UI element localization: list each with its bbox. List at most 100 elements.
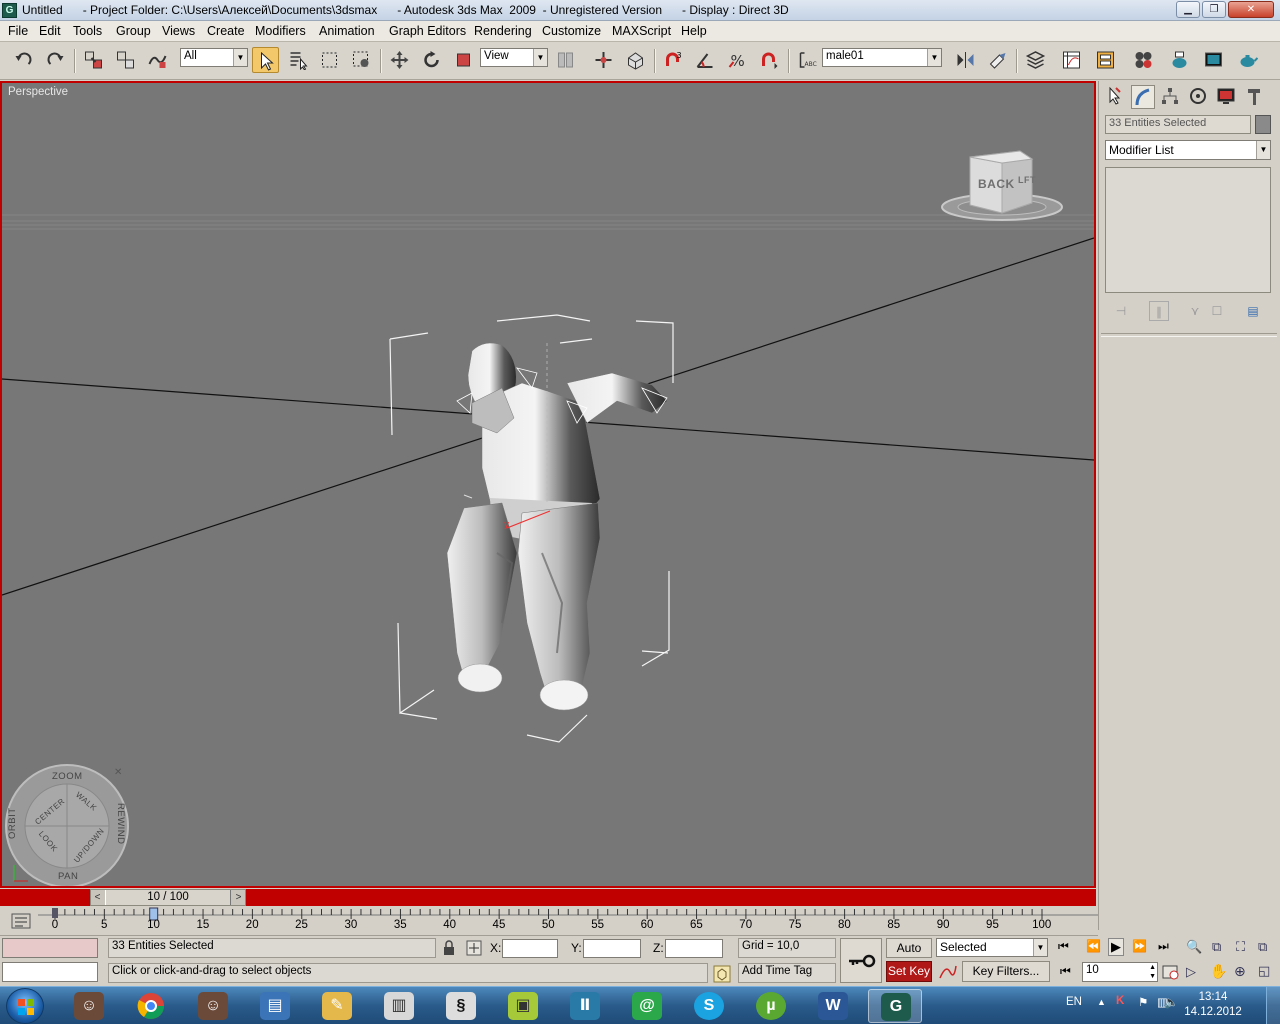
menu-maxscript[interactable]: MAXScript bbox=[612, 24, 671, 38]
set-keys-button[interactable] bbox=[840, 938, 882, 983]
mirror-button[interactable] bbox=[952, 47, 979, 73]
select-and-link-button[interactable] bbox=[80, 47, 107, 73]
taskbar-word[interactable]: W bbox=[806, 989, 860, 1023]
menu-tools[interactable]: Tools bbox=[73, 24, 102, 38]
taskbar-utorrent[interactable]: µ bbox=[744, 989, 798, 1023]
time-tag-icon[interactable] bbox=[712, 964, 732, 984]
menu-help[interactable]: Help bbox=[681, 24, 707, 38]
time-configuration-icon[interactable] bbox=[1162, 963, 1180, 981]
next-frame-icon[interactable]: ⏩ bbox=[1132, 939, 1147, 953]
zoom-all-icon[interactable]: ⧉ bbox=[1212, 939, 1221, 955]
remove-modifier-icon[interactable]: ☐ bbox=[1207, 301, 1227, 321]
edit-named-selection-sets-button[interactable]: ABC bbox=[794, 47, 821, 73]
modifier-list-dropdown[interactable]: Modifier List ▼ bbox=[1105, 140, 1271, 160]
zoom-icon[interactable]: 🔍 bbox=[1186, 939, 1202, 955]
maximize-button[interactable]: ❐ bbox=[1202, 1, 1226, 18]
tab-create[interactable] bbox=[1103, 85, 1127, 109]
start-button[interactable] bbox=[6, 988, 44, 1024]
redo-button[interactable] bbox=[42, 47, 69, 73]
antivirus-tray-icon[interactable]: K bbox=[1116, 995, 1124, 1007]
selection-lock-icon[interactable] bbox=[442, 940, 456, 956]
make-unique-icon[interactable]: ⋎ bbox=[1185, 301, 1205, 321]
material-editor-button[interactable] bbox=[1130, 47, 1157, 73]
taskbar-network-app[interactable]: ▤ bbox=[248, 989, 302, 1023]
volume-icon[interactable]: 🔈 bbox=[1164, 995, 1178, 1009]
spinner-snap-toggle-button[interactable] bbox=[756, 47, 783, 73]
taskbar-gta-app-1[interactable]: ☺ bbox=[62, 989, 116, 1023]
rendered-frame-window-button[interactable] bbox=[1200, 47, 1227, 73]
select-and-scale-button[interactable] bbox=[450, 47, 477, 73]
viewcube[interactable]: BACK LFT bbox=[940, 147, 1068, 227]
taskbar-paint-app[interactable]: ✎ bbox=[310, 989, 364, 1023]
minimize-button[interactable]: ▁ bbox=[1176, 1, 1200, 18]
tab-modify[interactable] bbox=[1131, 85, 1155, 109]
key-filters-button[interactable]: Key Filters... bbox=[962, 961, 1050, 982]
menu-modifiers[interactable]: Modifiers bbox=[255, 24, 306, 38]
select-and-move-button[interactable] bbox=[386, 47, 413, 73]
show-desktop-button[interactable] bbox=[1266, 987, 1280, 1024]
play-animation-icon[interactable]: ▶ bbox=[1108, 938, 1124, 956]
3dsmax-app-icon[interactable]: G bbox=[2, 3, 17, 18]
select-object-button[interactable] bbox=[252, 47, 279, 73]
default-tangent-icon[interactable] bbox=[938, 962, 958, 982]
object-name-field[interactable]: 33 Entities Selected bbox=[1105, 115, 1251, 134]
tab-utilities[interactable] bbox=[1243, 85, 1267, 109]
steering-wheel[interactable]: ZOOM ORBIT REWIND PAN CENTER WALK LOOK U… bbox=[4, 763, 130, 886]
pivot-center-button[interactable] bbox=[552, 47, 579, 73]
key-mode-dropdown[interactable]: Selected ▼ bbox=[936, 938, 1048, 957]
open-mini-curve-editor-icon[interactable] bbox=[10, 912, 34, 932]
undo-button[interactable] bbox=[10, 47, 37, 73]
time-slider[interactable]: < 10 / 100 > bbox=[90, 889, 246, 906]
pin-stack-icon[interactable]: ⊣ bbox=[1111, 301, 1131, 321]
taskbar-s-app[interactable]: § bbox=[434, 989, 488, 1023]
modifier-stack[interactable] bbox=[1105, 167, 1271, 293]
rectangular-selection-button[interactable] bbox=[316, 47, 343, 73]
time-slider-next-button[interactable]: > bbox=[232, 890, 245, 905]
set-key-button[interactable]: Set Key bbox=[886, 961, 932, 982]
auto-key-button[interactable]: Auto Key bbox=[886, 938, 932, 973]
render-production-button[interactable] bbox=[1234, 47, 1261, 73]
window-crossing-button[interactable] bbox=[348, 47, 375, 73]
go-to-end-icon[interactable]: ⏭ bbox=[1158, 939, 1169, 954]
wheel-rewind[interactable]: REWIND bbox=[115, 803, 126, 845]
y-coordinate-field[interactable] bbox=[583, 939, 641, 958]
show-hidden-icons-icon[interactable]: ▲ bbox=[1097, 997, 1106, 1007]
x-coordinate-field[interactable] bbox=[502, 939, 558, 958]
action-center-icon[interactable]: ⚑ bbox=[1138, 995, 1148, 1009]
add-time-tag[interactable]: Add Time Tag bbox=[738, 963, 836, 983]
select-by-name-button[interactable] bbox=[284, 47, 311, 73]
render-setup-button[interactable] bbox=[1166, 47, 1193, 73]
perspective-viewport[interactable]: Perspective y BACK LFT ZOOM ORBIT REWIND… bbox=[0, 81, 1096, 888]
pan-view-icon[interactable]: ✋ bbox=[1210, 963, 1227, 980]
snaps-toggle-button[interactable]: 3 bbox=[660, 47, 687, 73]
keyboard-shortcut-override-button[interactable] bbox=[622, 47, 649, 73]
object-color-swatch[interactable] bbox=[1255, 115, 1271, 134]
align-button[interactable] bbox=[984, 47, 1011, 73]
taskbar-gta-app-2[interactable]: ☺ bbox=[186, 989, 240, 1023]
maxscript-input-mini[interactable] bbox=[2, 962, 98, 982]
system-clock[interactable]: 13:14 14.12.2012 bbox=[1180, 990, 1246, 1020]
maximize-viewport-icon[interactable]: ◱ bbox=[1258, 963, 1270, 979]
time-slider-prev-button[interactable]: < bbox=[91, 890, 104, 905]
menu-rendering[interactable]: Rendering bbox=[474, 24, 532, 38]
wheel-zoom[interactable]: ZOOM bbox=[52, 771, 83, 782]
taskbar-explorer-app[interactable]: ▥ bbox=[372, 989, 426, 1023]
wheel-orbit[interactable]: ORBIT bbox=[7, 807, 18, 839]
taskbar-skype[interactable]: S bbox=[682, 989, 736, 1023]
named-selection-dropdown[interactable]: male01 ▼ bbox=[822, 48, 942, 67]
menu-animation[interactable]: Animation bbox=[319, 24, 375, 38]
curve-editor-button[interactable] bbox=[1058, 47, 1085, 73]
maxscript-listener-mini[interactable] bbox=[2, 938, 98, 958]
taskbar-chrome[interactable] bbox=[124, 989, 178, 1023]
schematic-view-button[interactable] bbox=[1092, 47, 1119, 73]
taskbar-3dsmax[interactable]: G bbox=[868, 989, 922, 1023]
bind-to-space-warp-button[interactable] bbox=[144, 47, 171, 73]
z-coordinate-field[interactable] bbox=[665, 939, 723, 958]
configure-modifier-sets-icon[interactable]: ▤ bbox=[1243, 301, 1263, 321]
current-frame-field[interactable]: 10 ▲ ▼ bbox=[1082, 962, 1158, 982]
viewcube-face-left[interactable]: LFT bbox=[1018, 175, 1036, 185]
menu-file[interactable]: File bbox=[8, 24, 28, 38]
time-slider-thumb[interactable]: 10 / 100 bbox=[105, 890, 231, 905]
taskbar-green-app[interactable]: ▣ bbox=[496, 989, 550, 1023]
field-of-view-icon[interactable]: ▷ bbox=[1186, 964, 1196, 980]
